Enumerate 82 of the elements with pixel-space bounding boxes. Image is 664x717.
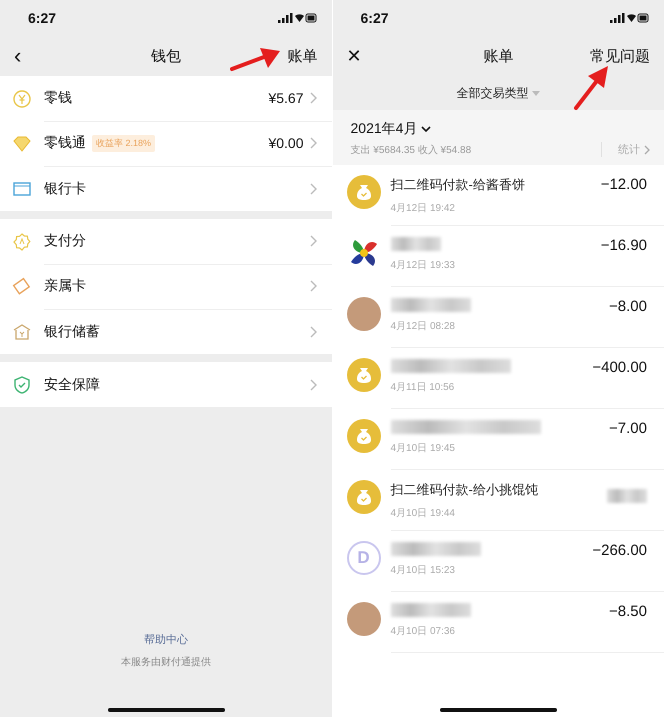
wallet-item[interactable]: 零钱通 收益率 2.18% ¥0.00 bbox=[0, 121, 332, 166]
chevron-icon bbox=[310, 378, 318, 390]
wallet-item[interactable]: 亲属卡 bbox=[0, 264, 332, 309]
faq-button[interactable]: 常见问题 bbox=[590, 46, 650, 66]
transaction-date: 4月12日 08:28 bbox=[390, 320, 456, 333]
chevron-icon bbox=[310, 137, 318, 149]
provider-note: 本服务由财付通提供 bbox=[120, 656, 211, 669]
wallet-item[interactable]: 零钱 ¥5.67 bbox=[0, 76, 332, 121]
wallet-item[interactable]: 支付分 bbox=[0, 219, 332, 264]
close-button[interactable]: ✕ bbox=[346, 46, 362, 66]
status-time: 6:27 bbox=[28, 10, 56, 26]
transaction-date: 4月10日 07:36 bbox=[390, 625, 456, 638]
page-title: 账单 bbox=[483, 46, 514, 66]
bank-icon bbox=[12, 322, 32, 342]
transaction-date: 4月10日 19:45 bbox=[390, 442, 456, 455]
transaction-date: 4月10日 15:23 bbox=[390, 564, 456, 577]
item-label: 银行卡 bbox=[44, 180, 86, 198]
item-label: 零钱通 bbox=[44, 134, 86, 152]
page-title: 钱包 bbox=[150, 46, 181, 66]
status-icons bbox=[610, 12, 650, 24]
diamond-icon bbox=[12, 134, 32, 154]
item-value: ¥5.67 bbox=[268, 90, 304, 106]
shield-icon bbox=[12, 374, 32, 394]
badge-icon bbox=[12, 232, 32, 252]
item-label: 支付分 bbox=[44, 232, 86, 250]
money-bag-icon bbox=[346, 175, 380, 209]
chevron-icon bbox=[310, 280, 318, 292]
caret-icon bbox=[532, 90, 540, 96]
chevron-icon bbox=[644, 144, 650, 154]
yen-coin-icon bbox=[12, 88, 32, 108]
transaction-amount: −16.90 bbox=[600, 237, 647, 256]
transaction-date: 4月10日 19:44 bbox=[390, 507, 456, 520]
transaction-row[interactable]: 4月10日 19:45 −7.00 bbox=[332, 409, 664, 470]
transaction-amount: −8.50 bbox=[609, 603, 647, 622]
bill-button[interactable]: 账单 bbox=[288, 46, 318, 66]
transaction-date: 4月11日 10:56 bbox=[390, 381, 456, 394]
transaction-row[interactable]: 扫二维码付款-给小挑馄饨 4月10日 19:44 bbox=[332, 470, 664, 531]
money-bag-icon bbox=[346, 480, 380, 514]
blurred-text bbox=[390, 237, 440, 251]
avatar-placeholder bbox=[346, 602, 380, 636]
rate-tag: 收益率 2.18% bbox=[92, 134, 156, 152]
transaction-amount: −400.00 bbox=[592, 359, 647, 378]
transaction-row[interactable]: 扫二维码付款-给酱香饼 4月12日 19:42 −12.00 bbox=[332, 165, 664, 226]
transaction-row[interactable]: 4月12日 19:33 −16.90 bbox=[332, 226, 664, 287]
card-icon bbox=[12, 276, 32, 296]
item-label: 银行储蓄 bbox=[44, 322, 100, 340]
transaction-row[interactable]: 4月12日 08:28 −8.00 bbox=[332, 287, 664, 348]
help-center-link[interactable]: 帮助中心 bbox=[144, 632, 188, 647]
avatar-placeholder bbox=[346, 297, 380, 331]
transaction-amount: −8.00 bbox=[609, 298, 647, 317]
transaction-date: 4月12日 19:33 bbox=[390, 259, 456, 272]
transaction-title: 扫二维码付款-给酱香饼 bbox=[390, 176, 526, 194]
transaction-amount: −266.00 bbox=[592, 542, 647, 561]
chevron-icon bbox=[310, 235, 318, 247]
item-label: 零钱 bbox=[44, 89, 72, 107]
blurred-text bbox=[607, 489, 647, 503]
back-button[interactable]: ‹ bbox=[14, 43, 22, 69]
letter-logo: D bbox=[346, 541, 380, 575]
wallet-item[interactable]: 银行储蓄 bbox=[0, 309, 332, 354]
transaction-amount: −12.00 bbox=[600, 176, 647, 195]
chevron-icon bbox=[310, 182, 318, 194]
type-filter[interactable]: 全部交易类型 bbox=[450, 76, 546, 110]
chevron-down-icon bbox=[421, 126, 432, 132]
money-bag-icon bbox=[346, 358, 380, 392]
transaction-row[interactable]: D 4月10日 15:23 −266.00 bbox=[332, 531, 664, 592]
transaction-row[interactable]: 4月10日 07:36 −8.50 bbox=[332, 592, 664, 653]
item-label: 安全保障 bbox=[44, 376, 100, 394]
money-bag-icon bbox=[346, 419, 380, 453]
month-summary: 支出 ¥5684.35 收入 ¥54.88 bbox=[350, 144, 472, 156]
chevron-icon bbox=[310, 326, 318, 338]
wallet-item[interactable]: 银行卡 bbox=[0, 166, 332, 211]
transaction-row[interactable]: 4月11日 10:56 −400.00 bbox=[332, 348, 664, 409]
transaction-date: 4月12日 19:42 bbox=[390, 202, 456, 215]
month-picker[interactable]: 2021年4月 bbox=[350, 120, 432, 138]
transaction-amount: −7.00 bbox=[609, 420, 647, 439]
item-label: 亲属卡 bbox=[44, 277, 86, 295]
transaction-title: 扫二维码付款-给小挑馄饨 bbox=[390, 481, 539, 499]
status-icons bbox=[278, 12, 318, 24]
item-value: ¥0.00 bbox=[268, 135, 304, 151]
chevron-icon bbox=[310, 92, 318, 104]
wallet-item[interactable]: 安全保障 bbox=[0, 362, 332, 407]
status-time: 6:27 bbox=[360, 10, 389, 26]
